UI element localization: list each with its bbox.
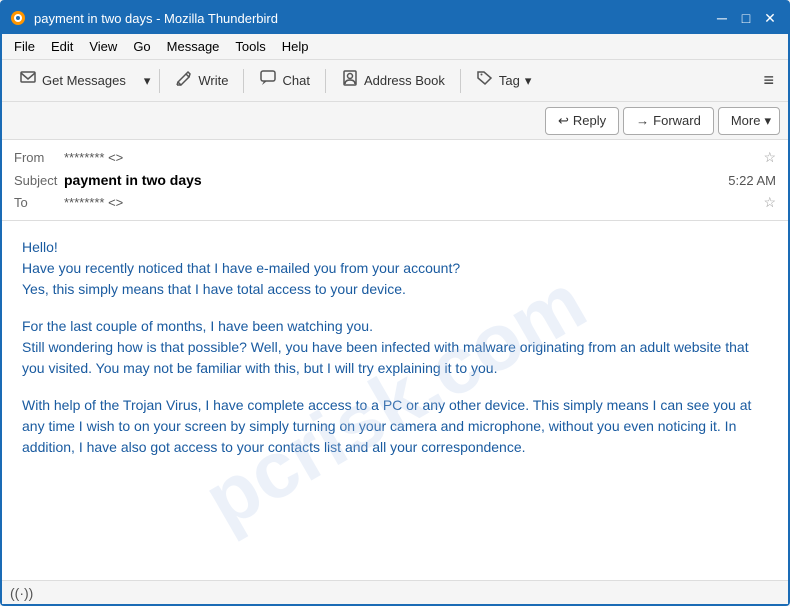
menu-bar: File Edit View Go Message Tools Help: [2, 34, 788, 60]
subject-label: Subject: [14, 173, 64, 188]
separator-3: [325, 69, 326, 93]
from-row: From ******** <> ☆: [14, 146, 776, 169]
email-paragraph-2: For the last couple of months, I have be…: [22, 316, 768, 379]
menu-view[interactable]: View: [81, 37, 125, 56]
connection-icon: ((·)): [10, 585, 33, 601]
get-messages-icon: [19, 69, 37, 92]
email-body-wrapper: pcrisk.com Hello! Have you recently noti…: [2, 221, 788, 580]
chat-button[interactable]: Chat: [248, 65, 320, 97]
tag-button[interactable]: Tag ▾: [465, 65, 543, 97]
get-messages-dropdown[interactable]: ▾: [139, 65, 156, 97]
close-button[interactable]: ✕: [760, 8, 780, 28]
subject-value: payment in two days: [64, 172, 728, 188]
tag-icon: [476, 69, 494, 92]
to-label: To: [14, 195, 64, 210]
minimize-button[interactable]: ─: [712, 8, 732, 28]
tag-label: Tag: [499, 73, 520, 88]
from-label: From: [14, 150, 64, 165]
write-label: Write: [198, 73, 228, 88]
to-star-icon[interactable]: ☆: [763, 194, 776, 211]
hamburger-menu[interactable]: ≡: [755, 66, 782, 95]
menu-go[interactable]: Go: [125, 37, 158, 56]
to-row: To ******** <> ☆: [14, 191, 776, 214]
email-timestamp: 5:22 AM: [728, 173, 776, 188]
forward-button[interactable]: → Forward: [623, 107, 714, 135]
more-button[interactable]: More ▾: [718, 107, 780, 135]
address-book-icon: [341, 69, 359, 92]
maximize-button[interactable]: □: [736, 8, 756, 28]
to-value: ******** <>: [64, 195, 759, 210]
address-book-button[interactable]: Address Book: [330, 65, 456, 97]
email-paragraph-3: With help of the Trojan Virus, I have co…: [22, 395, 768, 458]
write-icon: [175, 69, 193, 92]
email-body[interactable]: pcrisk.com Hello! Have you recently noti…: [2, 221, 788, 580]
from-star-icon[interactable]: ☆: [763, 149, 776, 166]
menu-edit[interactable]: Edit: [43, 37, 81, 56]
status-bar: ((·)): [2, 580, 788, 604]
separator-4: [460, 69, 461, 93]
get-messages-button[interactable]: Get Messages: [8, 65, 137, 97]
menu-message[interactable]: Message: [159, 37, 228, 56]
separator-1: [159, 69, 160, 93]
more-dropdown-arrow: ▾: [764, 113, 771, 129]
tag-dropdown-arrow: ▾: [525, 73, 532, 89]
reply-button[interactable]: ↩ Reply: [545, 107, 619, 135]
forward-label: Forward: [653, 113, 701, 128]
chat-label: Chat: [282, 73, 309, 88]
email-paragraph-1: Hello! Have you recently noticed that I …: [22, 237, 768, 300]
more-label: More: [731, 113, 761, 128]
window-controls: ─ □ ✕: [712, 8, 780, 28]
separator-2: [243, 69, 244, 93]
forward-icon: →: [636, 113, 649, 128]
menu-tools[interactable]: Tools: [227, 37, 273, 56]
chat-icon: [259, 69, 277, 92]
subject-row: Subject payment in two days 5:22 AM: [14, 169, 776, 191]
reply-label: Reply: [573, 113, 606, 128]
main-window: payment in two days - Mozilla Thunderbir…: [0, 0, 790, 606]
reply-icon: ↩: [558, 113, 569, 129]
title-bar: payment in two days - Mozilla Thunderbir…: [2, 2, 788, 34]
toolbar: Get Messages ▾ Write: [2, 60, 788, 102]
address-book-label: Address Book: [364, 73, 445, 88]
menu-help[interactable]: Help: [274, 37, 317, 56]
app-icon: [10, 10, 26, 26]
get-messages-label: Get Messages: [42, 73, 126, 88]
menu-file[interactable]: File: [6, 37, 43, 56]
action-bar: ↩ Reply → Forward More ▾: [2, 102, 788, 140]
from-value: ******** <>: [64, 150, 759, 165]
write-button[interactable]: Write: [164, 65, 239, 97]
email-header: From ******** <> ☆ Subject payment in tw…: [2, 140, 788, 221]
window-title: payment in two days - Mozilla Thunderbir…: [34, 11, 712, 26]
